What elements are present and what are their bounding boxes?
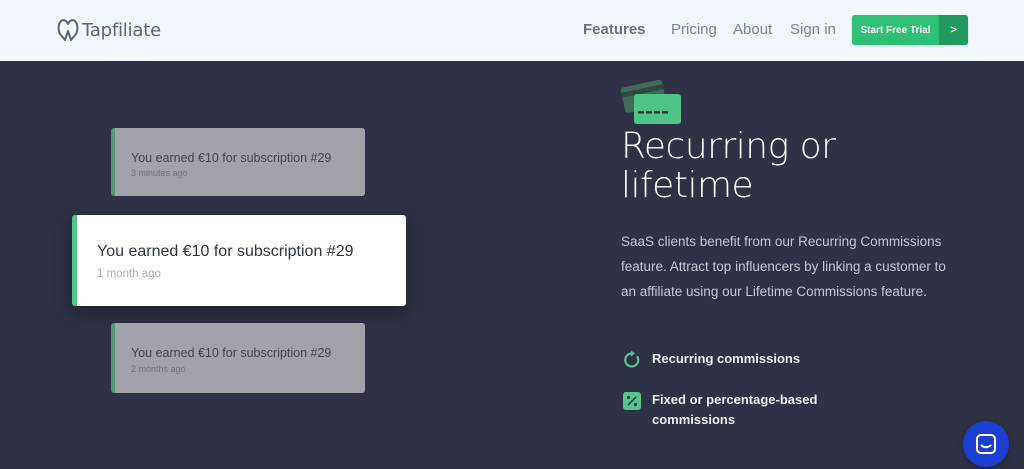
refresh-icon — [624, 350, 640, 368]
nav-about[interactable]: About — [733, 21, 772, 38]
logo[interactable]: Tapfiliate — [57, 17, 161, 43]
notification-card-highlighted: You earned €10 for subscription #29 1 mo… — [72, 215, 406, 306]
notification-time: 1 month ago — [97, 268, 161, 280]
feature-title-line1: Recurring or — [621, 126, 836, 167]
logo-icon — [57, 19, 79, 41]
site-header: Tapfiliate Features Pricing About Sign i… — [0, 0, 1024, 61]
feature-description: SaaS clients benefit from our Recurring … — [621, 234, 946, 299]
notification-time: 2 months ago — [131, 364, 186, 374]
notification-message: You earned €10 for subscription #29 — [131, 151, 332, 165]
cta-arrow: > — [939, 15, 968, 45]
nav-signin[interactable]: Sign in — [790, 21, 836, 38]
feature-item-label-line2: commissions — [652, 412, 736, 427]
nav-pricing[interactable]: Pricing — [671, 21, 717, 38]
credit-card-icon — [620, 79, 681, 124]
chat-widget-button[interactable] — [963, 421, 1009, 467]
feature-item-fixed-percentage: Fixed or percentage-based commissions — [652, 390, 817, 430]
chat-icon — [976, 434, 996, 454]
notification-card: You earned €10 for subscription #29 2 mo… — [111, 323, 365, 393]
nav-features[interactable]: Features — [583, 21, 646, 38]
notification-time: 3 minutes ago — [131, 168, 188, 178]
feature-title-line2: lifetime — [621, 165, 754, 206]
feature-title: Recurring or lifetime — [621, 127, 951, 205]
feature-item-recurring: Recurring commissions — [652, 351, 801, 366]
start-free-trial-button[interactable]: Start Free Trial > — [852, 15, 968, 45]
percent-icon — [623, 392, 641, 410]
notification-message: You earned €10 for subscription #29 — [97, 243, 354, 260]
notification-message: You earned €10 for subscription #29 — [131, 346, 332, 360]
logo-text: Tapfiliate — [82, 19, 161, 41]
cta-label: Start Free Trial — [860, 24, 931, 36]
notification-card: You earned €10 for subscription #29 3 mi… — [111, 128, 365, 196]
feature-item-label-line1: Fixed or percentage-based — [652, 392, 818, 407]
